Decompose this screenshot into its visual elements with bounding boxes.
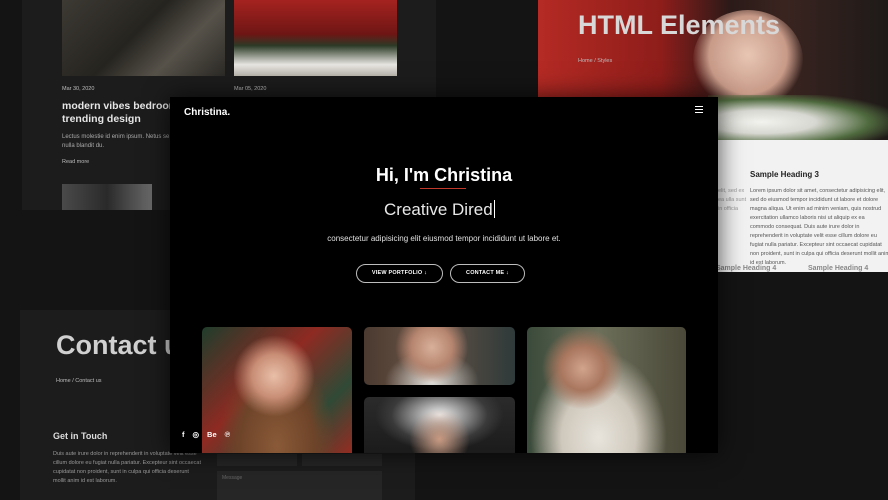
blog-date-2: Mar 05, 2020 <box>234 86 267 92</box>
contact-body-text: Duis aute irure dolor in reprehenderit i… <box>53 451 201 484</box>
typed-role-text: Creative Dired <box>384 200 495 220</box>
instagram-icon[interactable]: ◎ <box>193 430 200 439</box>
behance-icon[interactable]: Be <box>207 430 217 439</box>
contact-message-placeholder: Message <box>222 475 243 481</box>
elements-hero-flowers <box>708 95 888 140</box>
contact-name-field[interactable] <box>217 454 297 466</box>
hero-greeting: Hi, I'm Christina <box>375 165 513 185</box>
greeting-underline <box>420 188 466 189</box>
elements-body-text: Lorem ipsum dolor sit amet, consectetur … <box>750 188 888 266</box>
blog-read-more-link[interactable]: Read more <box>62 159 89 165</box>
hamburger-menu-icon[interactable] <box>692 103 706 117</box>
elements-heading-3: Sample Heading 3 <box>750 170 819 179</box>
contact-breadcrumb[interactable]: Home / Contact us <box>56 378 102 384</box>
blog-date-1: Mar 30, 2020 <box>62 86 95 92</box>
portfolio-photo-4[interactable] <box>527 327 686 453</box>
pinterest-icon[interactable]: ℗ <box>225 430 231 439</box>
elements-page-title: HTML Elements <box>578 10 781 40</box>
elements-heading-4a: Sample Heading 4 <box>716 265 777 272</box>
text-caret <box>493 200 495 218</box>
view-portfolio-button[interactable]: VIEW PORTFOLIO ↓ <box>356 264 443 283</box>
contact-email-field[interactable] <box>302 454 382 466</box>
blog-photo-1 <box>62 0 225 76</box>
elements-breadcrumb[interactable]: Home / Styles <box>578 58 612 64</box>
hero-tagline: consectetur adipisicing elit eiusmod tem… <box>327 234 561 243</box>
blog-photo-2 <box>234 0 397 76</box>
contact-get-in-touch-heading: Get in Touch <box>53 431 108 441</box>
facebook-icon[interactable]: f <box>182 430 185 439</box>
portfolio-photo-3[interactable] <box>364 397 515 453</box>
portfolio-photo-2[interactable] <box>364 327 515 385</box>
blog-photo-3 <box>62 184 152 210</box>
main-portfolio-window: Christina. Hi, I'm Christina Creative Di… <box>170 97 718 453</box>
contact-me-button[interactable]: CONTACT ME ↓ <box>450 264 525 283</box>
typed-role-value: Creative Dired <box>384 200 493 219</box>
elements-heading-4b: Sample Heading 4 <box>808 265 869 272</box>
elements-side-text: elit, sed ex ea ulla sunt in officia <box>718 188 747 212</box>
brand-logo[interactable]: Christina. <box>184 107 230 118</box>
social-links: f ◎ Be ℗ <box>182 430 230 439</box>
